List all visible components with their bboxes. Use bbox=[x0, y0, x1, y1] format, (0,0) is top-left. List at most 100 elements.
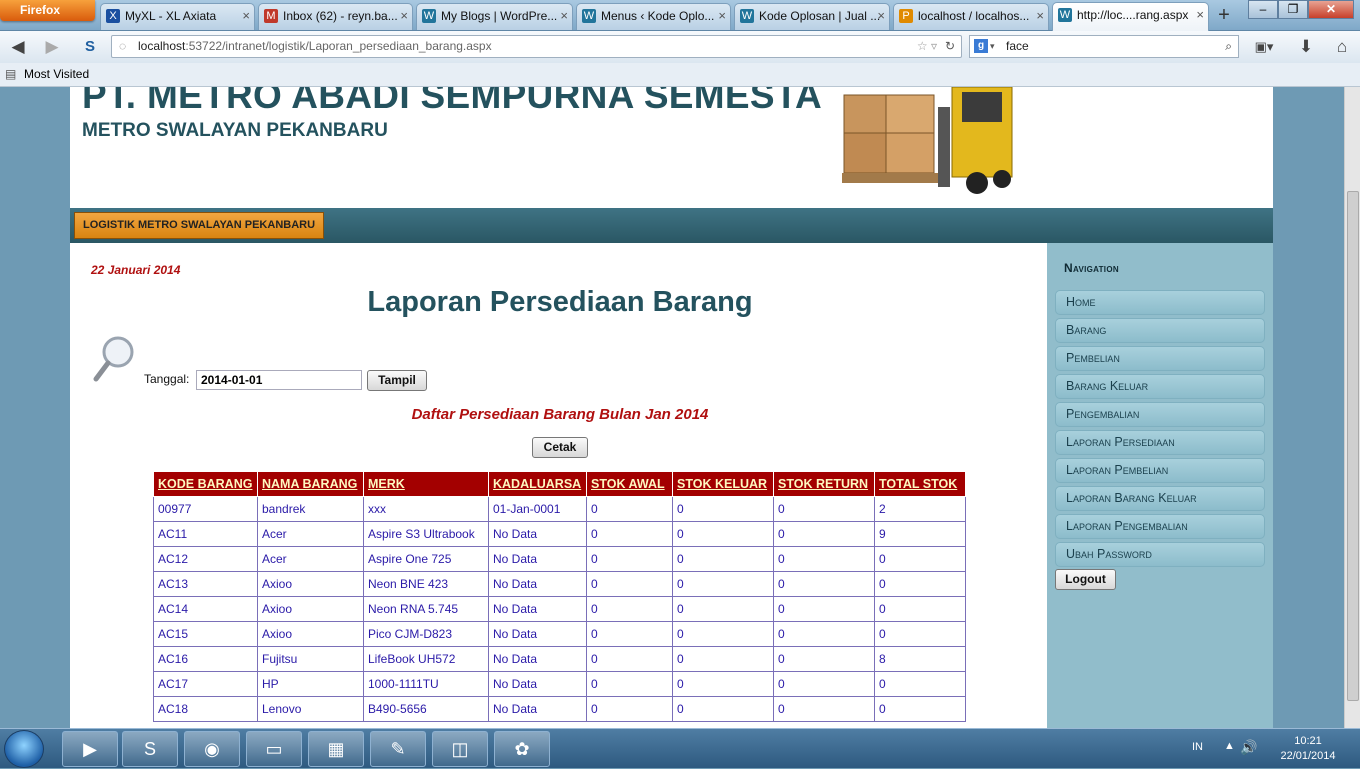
table-cell: Axioo bbox=[257, 621, 364, 647]
tab-2[interactable]: M Inbox (62) - reyn.ba... × bbox=[258, 3, 413, 30]
sidebar-item-laporan-barang-keluar[interactable]: Laporan Barang Keluar bbox=[1055, 486, 1265, 511]
bookmarks-bar: ▤ Most Visited bbox=[0, 63, 1360, 87]
tab-7[interactable]: Whttp://loc....rang.aspx × bbox=[1052, 2, 1209, 31]
tray-up-arrow-icon[interactable]: ▲ bbox=[1224, 740, 1235, 752]
search-icon[interactable]: ⌕ bbox=[1225, 36, 1232, 57]
menu-logistik[interactable]: LOGISTIK METRO SWALAYAN PEKANBARU bbox=[74, 212, 325, 239]
branch-name: METRO SWALAYAN PEKANBARU bbox=[82, 120, 388, 141]
sidebar-item-laporan-pengembalian[interactable]: Laporan Pengembalian bbox=[1055, 514, 1265, 539]
close-tab-icon[interactable]: × bbox=[1196, 3, 1204, 27]
column-header[interactable]: KODE BARANG bbox=[153, 471, 258, 497]
close-window-icon[interactable]: ✕ bbox=[1308, 0, 1354, 19]
report-subtitle: Daftar Persediaan Barang Bulan Jan 2014 bbox=[411, 406, 709, 423]
windows-start-icon[interactable] bbox=[4, 730, 44, 768]
table-cell: 0 bbox=[773, 646, 875, 672]
close-tab-icon[interactable]: × bbox=[560, 4, 568, 28]
volume-icon[interactable]: 🔊 bbox=[1240, 739, 1257, 756]
address-bar[interactable]: ◌ localhost:53722/intranet/logistik/Lapo… bbox=[111, 35, 962, 58]
phpmyadmin-icon: P bbox=[899, 9, 913, 23]
table-cell: No Data bbox=[488, 621, 587, 647]
bookmark-star-icon[interactable]: ☆ ▿ bbox=[917, 36, 937, 57]
table-cell: 0 bbox=[773, 696, 875, 722]
sidebar-item-barang[interactable]: Barang bbox=[1055, 318, 1265, 343]
table-header-row: KODE BARANG NAMA BARANG MERK KADALUARSA STOK… bbox=[153, 471, 966, 497]
table-row: 00977 bandrek xxx 01-Jan-0001 0 0 0 2 bbox=[153, 496, 966, 522]
tab-label: MyXL - XL Axiata bbox=[125, 9, 217, 23]
forklift-image bbox=[842, 87, 1013, 194]
scrollbar-thumb[interactable] bbox=[1347, 191, 1359, 701]
logout-button[interactable]: Logout bbox=[1055, 569, 1116, 590]
minimize-icon[interactable]: – bbox=[1248, 0, 1278, 19]
table-row: AC17 HP 1000-1111TU No Data 0 0 0 0 bbox=[153, 671, 966, 697]
notepad-icon[interactable]: ✎ bbox=[370, 731, 426, 767]
wordpress-icon: W bbox=[422, 9, 436, 23]
back-arrow-icon[interactable]: ◀ bbox=[6, 35, 30, 59]
sidebar-item-laporan-persediaan[interactable]: Laporan Persediaan bbox=[1055, 430, 1265, 455]
column-header[interactable]: STOK AWAL bbox=[586, 471, 673, 497]
table-cell: 0 bbox=[586, 671, 673, 697]
table-row: AC11 Acer Aspire S3 Ultrabook No Data 0 0 0 9 bbox=[153, 521, 966, 547]
tampil-button[interactable]: Tampil bbox=[367, 370, 427, 391]
table-cell: 0 bbox=[672, 596, 774, 622]
reload-icon[interactable]: ↻ bbox=[945, 36, 955, 57]
clock[interactable]: 10:21 22/01/2014 bbox=[1268, 734, 1348, 764]
close-tab-icon[interactable]: × bbox=[242, 4, 250, 28]
firefox-menu-button[interactable]: Firefox bbox=[0, 0, 95, 21]
clock-time: 10:21 bbox=[1294, 735, 1322, 747]
close-tab-icon[interactable]: × bbox=[400, 4, 408, 28]
table-cell: Lenovo bbox=[257, 696, 364, 722]
vertical-scrollbar[interactable] bbox=[1344, 87, 1360, 728]
table-cell: 0 bbox=[874, 546, 966, 572]
web-content: PT. METRO ABADI SEMPURNA SEMESTA METRO S… bbox=[0, 87, 1344, 728]
google-icon[interactable]: g bbox=[974, 39, 988, 53]
tanggal-input[interactable] bbox=[196, 370, 362, 390]
search-input[interactable]: g ▾ face ⌕ bbox=[969, 35, 1239, 58]
close-tab-icon[interactable]: × bbox=[877, 4, 885, 28]
column-header[interactable]: STOK RETURN bbox=[773, 471, 875, 497]
tab-1[interactable]: X MyXL - XL Axiata × bbox=[100, 3, 255, 30]
visual-studio-icon[interactable]: ▦ bbox=[308, 731, 364, 767]
sidebar-item-barang-keluar[interactable]: Barang Keluar bbox=[1055, 374, 1265, 399]
tab-5[interactable]: W Kode Oplosan | Jual ... × bbox=[734, 3, 890, 30]
media-player-icon[interactable]: ▶ bbox=[62, 731, 118, 767]
forward-arrow-icon[interactable]: ▶ bbox=[40, 35, 64, 59]
column-header[interactable]: STOK KELUAR bbox=[672, 471, 774, 497]
sidebar-item-home[interactable]: Home bbox=[1055, 290, 1265, 315]
table-cell: 0 bbox=[586, 621, 673, 647]
cetak-button[interactable]: Cetak bbox=[532, 437, 588, 458]
downloads-icon[interactable]: ⬇ bbox=[1294, 35, 1318, 59]
close-tab-icon[interactable]: × bbox=[718, 4, 726, 28]
bookmarks-menu-icon[interactable]: ▣▾ bbox=[1252, 35, 1276, 59]
language-indicator[interactable]: IN bbox=[1192, 741, 1203, 753]
skype-addon-icon[interactable]: S bbox=[78, 35, 102, 59]
tab-6[interactable]: Plocalhost / localhos... × bbox=[893, 3, 1049, 30]
column-header[interactable]: KADALUARSA bbox=[488, 471, 587, 497]
table-cell: B490-5656 bbox=[363, 696, 489, 722]
column-header[interactable]: NAMA BARANG bbox=[257, 471, 364, 497]
new-tab-icon[interactable]: + bbox=[1212, 4, 1236, 28]
most-visited-link[interactable]: Most Visited bbox=[24, 67, 89, 81]
file-explorer-icon[interactable]: ▭ bbox=[246, 731, 302, 767]
table-cell: Acer bbox=[257, 521, 364, 547]
table-cell: 0 bbox=[773, 571, 875, 597]
home-icon[interactable]: ⌂ bbox=[1330, 35, 1354, 59]
chevron-down-icon[interactable]: ▾ bbox=[990, 36, 995, 57]
wordpress-icon: W bbox=[582, 9, 596, 23]
column-header[interactable]: MERK bbox=[363, 471, 489, 497]
tab-3[interactable]: W My Blogs | WordPre... × bbox=[416, 3, 573, 30]
sidebar-item-pengembalian[interactable]: Pengembalian bbox=[1055, 402, 1265, 427]
sublime-text-icon[interactable]: S bbox=[122, 731, 178, 767]
table-cell: 0 bbox=[874, 696, 966, 722]
column-header[interactable]: TOTAL STOK bbox=[874, 471, 966, 497]
close-tab-icon[interactable]: × bbox=[1036, 4, 1044, 28]
firefox-icon[interactable]: ◉ bbox=[184, 731, 240, 767]
sidebar-item-laporan-pembelian[interactable]: Laporan Pembelian bbox=[1055, 458, 1265, 483]
paint-icon[interactable]: ✿ bbox=[494, 731, 550, 767]
table-cell: 0 bbox=[672, 696, 774, 722]
tab-4[interactable]: W Menus ‹ Kode Oplo... × bbox=[576, 3, 731, 30]
page-title: Laporan Persediaan Barang bbox=[367, 286, 753, 318]
maximize-icon[interactable]: ❐ bbox=[1278, 0, 1308, 19]
sidebar-item-ubah-password[interactable]: Ubah Password bbox=[1055, 542, 1265, 567]
sidebar-item-pembelian[interactable]: Pembelian bbox=[1055, 346, 1265, 371]
remote-desktop-icon[interactable]: ◫ bbox=[432, 731, 488, 767]
